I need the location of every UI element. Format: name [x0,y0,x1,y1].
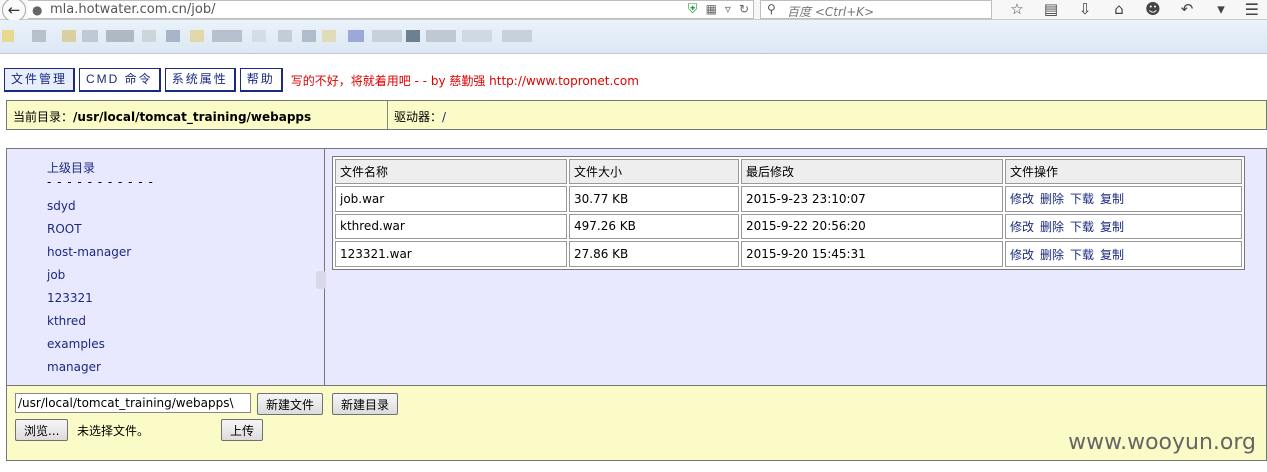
new-directory-button[interactable]: 新建目录 [332,393,399,415]
table-row: kthred.war 497.26 KB 2015-9-22 20:56:20 … [335,213,1242,240]
back-button[interactable]: ← [2,0,26,22]
edit-link[interactable]: 修改 [1010,220,1034,234]
dir-link[interactable]: job [47,268,65,282]
file-table: 文件名称 文件大小 最后修改 文件操作 job.war 30.77 KB 201… [332,156,1245,270]
arrow-left-icon: ← [7,1,21,19]
upload-button[interactable]: 上传 [221,419,264,441]
shield-icon[interactable]: ⛨ [688,2,698,17]
file-name: job.war [335,186,567,212]
dir-link[interactable]: kthred [47,314,86,328]
delete-link[interactable]: 删除 [1040,192,1064,206]
file-operations: 修改 删除 下载 复制 [1005,186,1242,212]
url-bar[interactable]: ● mla.hotwater.com.cn/job/ ⛨ ▦ ▿ ↻ [28,0,754,19]
file-browser-panel: 上级目录 - - - - - - - - - - - sdyd ROOT hos… [6,148,1267,386]
header-file-name: 文件名称 [335,159,567,184]
dir-link[interactable]: ROOT [47,222,82,236]
copy-link[interactable]: 复制 [1100,248,1124,262]
path-input[interactable] [15,393,251,413]
globe-icon: ● [32,3,43,17]
download-link[interactable]: 下载 [1070,220,1094,234]
pixelated-bookmarks [2,30,542,42]
table-row: 123321.war 27.86 KB 2015-9-20 15:45:31 修… [335,241,1242,267]
download-link[interactable]: 下载 [1070,192,1094,206]
file-name: kthred.war [335,213,567,240]
search-placeholder[interactable]: 百度 <Ctrl+K> [787,3,874,20]
chat-icon[interactable]: ☻ [1136,0,1170,19]
header-file-operations: 文件操作 [1005,159,1242,184]
dir-link[interactable]: 123321 [47,291,93,305]
tab-file-manager[interactable]: 文件管理 [4,68,76,92]
file-modified: 2015-9-20 15:45:31 [741,241,1003,267]
main-nav: 文件管理 CMD 命令 系统属性 帮助 写的不好，将就着用吧 - - by 慈勤… [4,68,639,92]
drive-label: 驱动器： [394,110,443,124]
dir-link[interactable]: manager [47,360,101,374]
webshell-page: 文件管理 CMD 命令 系统属性 帮助 写的不好，将就着用吧 - - by 慈勤… [0,55,1267,472]
tab-cmd[interactable]: CMD 命令 [79,68,161,92]
browse-button[interactable]: 浏览... [15,419,69,441]
resize-handle[interactable] [316,271,326,289]
copy-link[interactable]: 复制 [1100,220,1124,234]
dir-link[interactable]: host-manager [47,245,131,259]
delete-link[interactable]: 删除 [1040,220,1064,234]
undo-icon[interactable]: ↶ [1170,0,1204,19]
file-operations: 修改 删除 下载 复制 [1005,241,1242,267]
no-file-selected-text: 未选择文件。 [77,424,150,438]
drive-link[interactable]: / [442,110,446,124]
bookmarks-bar [0,20,1267,54]
table-header-row: 文件名称 文件大小 最后修改 文件操作 [335,159,1242,184]
download-icon[interactable]: ⇩ [1068,0,1102,19]
header-file-size: 文件大小 [569,159,739,184]
url-text[interactable]: mla.hotwater.com.cn/job/ [50,2,216,17]
file-size: 30.77 KB [569,186,739,212]
header-last-modified: 最后修改 [741,159,1003,184]
table-row: job.war 30.77 KB 2015-9-23 23:10:07 修改 删除… [335,186,1242,212]
current-dir-path: /usr/local/tomcat_training/webapps [73,110,312,124]
file-size: 27.86 KB [569,241,739,267]
dir-link[interactable]: sdyd [47,199,76,213]
reading-list-icon[interactable]: ▤ [1034,0,1068,19]
directory-tree: 上级目录 - - - - - - - - - - - sdyd ROOT hos… [7,149,326,385]
file-operations: 修改 删除 下载 复制 [1005,213,1242,240]
author-credit: 写的不好，将就着用吧 - - by 慈勤强 http://www.toprone… [290,73,639,88]
qr-code-icon[interactable]: ▦ [706,2,717,17]
reload-icon[interactable]: ↻ [739,2,749,17]
edit-link[interactable]: 修改 [1010,192,1034,206]
file-name: 123321.war [335,241,567,267]
edit-link[interactable]: 修改 [1010,248,1034,262]
home-icon[interactable]: ⌂ [1102,0,1136,19]
dir-link[interactable]: examples [47,337,105,351]
dropdown-arrow-icon[interactable]: ▿ [725,2,731,17]
file-modified: 2015-9-22 20:56:20 [741,213,1003,240]
current-dir-label: 当前目录： [13,110,74,124]
new-file-button[interactable]: 新建文件 [257,393,324,415]
watermark: www.wooyun.org [1068,430,1256,455]
search-bar[interactable]: ⚲ 百度 <Ctrl+K> [760,0,992,19]
chevron-down-icon[interactable]: ▾ [1204,0,1238,19]
copy-link[interactable]: 复制 [1100,192,1124,206]
tab-system-properties[interactable]: 系统属性 [164,68,236,92]
parent-directory-link[interactable]: 上级目录 [47,159,95,176]
tree-separator: - - - - - - - - - - - [47,175,154,189]
delete-link[interactable]: 删除 [1040,248,1064,262]
download-link[interactable]: 下载 [1070,248,1094,262]
star-icon[interactable]: ☆ [1000,0,1034,19]
tab-help[interactable]: 帮助 [239,68,283,92]
actions-panel: 新建文件 新建目录 浏览... 未选择文件。 上传 www.wooyun.org [6,385,1267,461]
search-icon: ⚲ [767,2,776,16]
browser-toolbar: ← ● mla.hotwater.com.cn/job/ ⛨ ▦ ▿ ↻ ⚲ 百… [0,0,1267,22]
file-size: 497.26 KB [569,213,739,240]
file-modified: 2015-9-23 23:10:07 [741,186,1003,212]
hamburger-menu-icon[interactable]: ☰ [1245,0,1259,19]
path-bar: 当前目录：/usr/local/tomcat_training/webapps … [6,100,1267,130]
